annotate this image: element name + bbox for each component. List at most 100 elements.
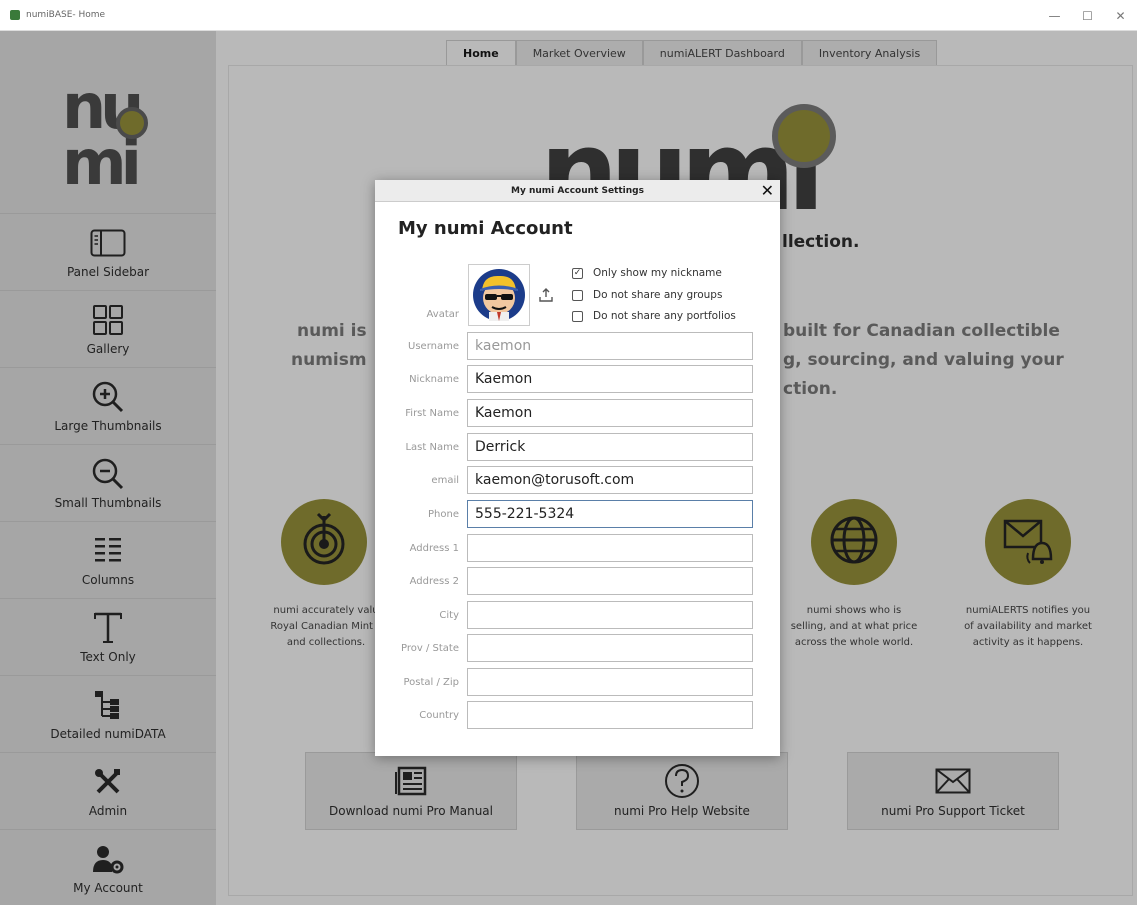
dialog-titlebar: My numi Account Settings ✕ xyxy=(375,180,780,202)
address2-field[interactable] xyxy=(467,567,753,595)
email-label: email xyxy=(431,475,459,486)
city-field[interactable] xyxy=(467,601,753,629)
numi-logo: nu mi xyxy=(62,76,154,201)
sidebar-item-large-thumbnails[interactable]: Large Thumbnails xyxy=(0,367,216,443)
app-icon xyxy=(10,10,20,20)
nickname-label: Nickname xyxy=(409,374,459,385)
address1-label: Address 1 xyxy=(409,543,459,554)
window-title: numiBASE- Home xyxy=(26,10,106,20)
tab-inventory-analysis[interactable]: Inventory Analysis xyxy=(801,40,938,66)
checkbox-label: Only show my nickname xyxy=(593,267,722,279)
feature-text-line: numi shows who is xyxy=(806,605,902,616)
postal-zip-field[interactable] xyxy=(467,668,753,696)
sidebar-item-label: Small Thumbnails xyxy=(54,495,162,510)
username-label: Username xyxy=(408,341,459,352)
sidebar-item-label: Text Only xyxy=(80,649,136,664)
globe-icon xyxy=(829,515,879,569)
do-not-share-portfolios-checkbox[interactable]: Do not share any portfolios xyxy=(572,310,736,322)
sidebar-item-columns[interactable]: Columns xyxy=(0,521,216,597)
target-icon xyxy=(300,512,348,572)
sidebar-item-panel-sidebar[interactable]: Panel Sidebar xyxy=(0,213,216,289)
home-tagline: llection. xyxy=(782,232,860,252)
country-field[interactable] xyxy=(467,701,753,729)
window-titlebar: numiBASE- Home — ☐ ✕ xyxy=(0,0,1137,31)
user-settings-icon xyxy=(92,841,124,877)
home-intro-left-1: numi is xyxy=(297,321,367,341)
minimize-button[interactable]: — xyxy=(1038,0,1071,31)
mail-icon xyxy=(935,764,971,798)
zoom-out-icon xyxy=(91,456,125,492)
home-intro-right-2: g, sourcing, and valuing your xyxy=(783,350,1064,370)
sidebar-item-label: Large Thumbnails xyxy=(54,418,162,433)
help-icon xyxy=(664,764,700,798)
logo-text-bottom: mi xyxy=(62,126,142,199)
sidebar-item-admin[interactable]: Admin xyxy=(0,752,216,828)
tools-icon xyxy=(94,764,122,800)
sidebar-item-label: Columns xyxy=(81,572,135,587)
first-name-field[interactable]: Kaemon xyxy=(467,399,753,427)
home-intro-right-3: ction. xyxy=(783,379,838,399)
sidebar-item-text-only[interactable]: Text Only xyxy=(0,598,216,674)
last-name-label: Last Name xyxy=(405,442,459,453)
feature-text-line: across the whole world. xyxy=(794,637,914,648)
feature-global-text: numi shows who is selling, and at what p… xyxy=(774,603,934,651)
logo-coin xyxy=(116,107,148,139)
checkbox-label: Do not share any groups xyxy=(593,289,723,301)
feature-text-line: activity as it happens. xyxy=(972,637,1084,648)
panel-sidebar-icon xyxy=(90,225,126,261)
only-show-nickname-checkbox[interactable]: ✓ Only show my nickname xyxy=(572,267,722,279)
feature-text-line: selling, and at what price xyxy=(790,621,918,632)
sidebar-item-detailed-numidata[interactable]: Detailed numiDATA xyxy=(0,675,216,751)
text-icon xyxy=(93,610,123,646)
support-ticket-button[interactable]: numi Pro Support Ticket xyxy=(847,752,1059,830)
tab-market-overview[interactable]: Market Overview xyxy=(515,40,643,66)
upload-icon[interactable] xyxy=(539,287,553,306)
first-name-label: First Name xyxy=(405,408,459,419)
email-field[interactable]: kaemon@torusoft.com xyxy=(467,466,753,494)
sidebar-item-small-thumbnails[interactable]: Small Thumbnails xyxy=(0,444,216,520)
help-website-label: numi Pro Help Website xyxy=(614,804,750,818)
prov-state-field[interactable] xyxy=(467,634,753,662)
feature-alerts xyxy=(985,499,1071,585)
postal-zip-label: Postal / Zip xyxy=(403,677,459,688)
checkbox-unchecked xyxy=(572,310,583,322)
sidebar-item-my-account[interactable]: My Account xyxy=(0,829,216,905)
feature-global xyxy=(811,499,897,585)
tab-home[interactable]: Home xyxy=(446,40,516,66)
home-logo-coin xyxy=(772,104,836,168)
columns-icon xyxy=(95,533,121,569)
avatar[interactable] xyxy=(468,264,530,326)
prov-state-label: Prov / State xyxy=(401,643,459,654)
sidebar-item-label: Gallery xyxy=(86,341,130,356)
address1-field[interactable] xyxy=(467,534,753,562)
maximize-button[interactable]: ☐ xyxy=(1071,0,1104,31)
tree-icon xyxy=(94,687,122,723)
dialog-close-button[interactable]: ✕ xyxy=(761,181,774,200)
sidebar-item-label: Admin xyxy=(88,803,128,818)
close-window-button[interactable]: ✕ xyxy=(1104,0,1137,31)
download-manual-button[interactable]: Download numi Pro Manual xyxy=(305,752,517,830)
checkbox-label: Do not share any portfolios xyxy=(593,310,736,322)
alert-mail-icon xyxy=(1002,515,1054,569)
sidebar-item-label: Panel Sidebar xyxy=(66,264,150,279)
sidebar-item-gallery[interactable]: Gallery xyxy=(0,290,216,366)
support-ticket-label: numi Pro Support Ticket xyxy=(881,804,1025,818)
zoom-in-icon xyxy=(91,379,125,415)
avatar-label: Avatar xyxy=(426,309,459,320)
phone-field[interactable]: 555-221-5324 xyxy=(467,500,753,528)
gallery-icon xyxy=(92,302,124,338)
help-website-button[interactable]: numi Pro Help Website xyxy=(576,752,788,830)
manual-icon xyxy=(395,764,427,798)
feature-text-line: of availability and market xyxy=(964,621,1092,632)
checkbox-unchecked xyxy=(572,289,583,301)
city-label: City xyxy=(439,610,459,621)
sidebar-item-label: My Account xyxy=(73,880,143,895)
last-name-field[interactable]: Derrick xyxy=(467,433,753,461)
tab-numialert-dashboard[interactable]: numiALERT Dashboard xyxy=(642,40,802,66)
do-not-share-groups-checkbox[interactable]: Do not share any groups xyxy=(572,289,722,301)
feature-alerts-text: numiALERTS notifies you of availability … xyxy=(948,603,1108,651)
username-field[interactable]: kaemon xyxy=(467,332,753,360)
download-manual-label: Download numi Pro Manual xyxy=(329,804,493,818)
home-intro-left-2: numism xyxy=(291,350,367,370)
nickname-field[interactable]: Kaemon xyxy=(467,365,753,393)
